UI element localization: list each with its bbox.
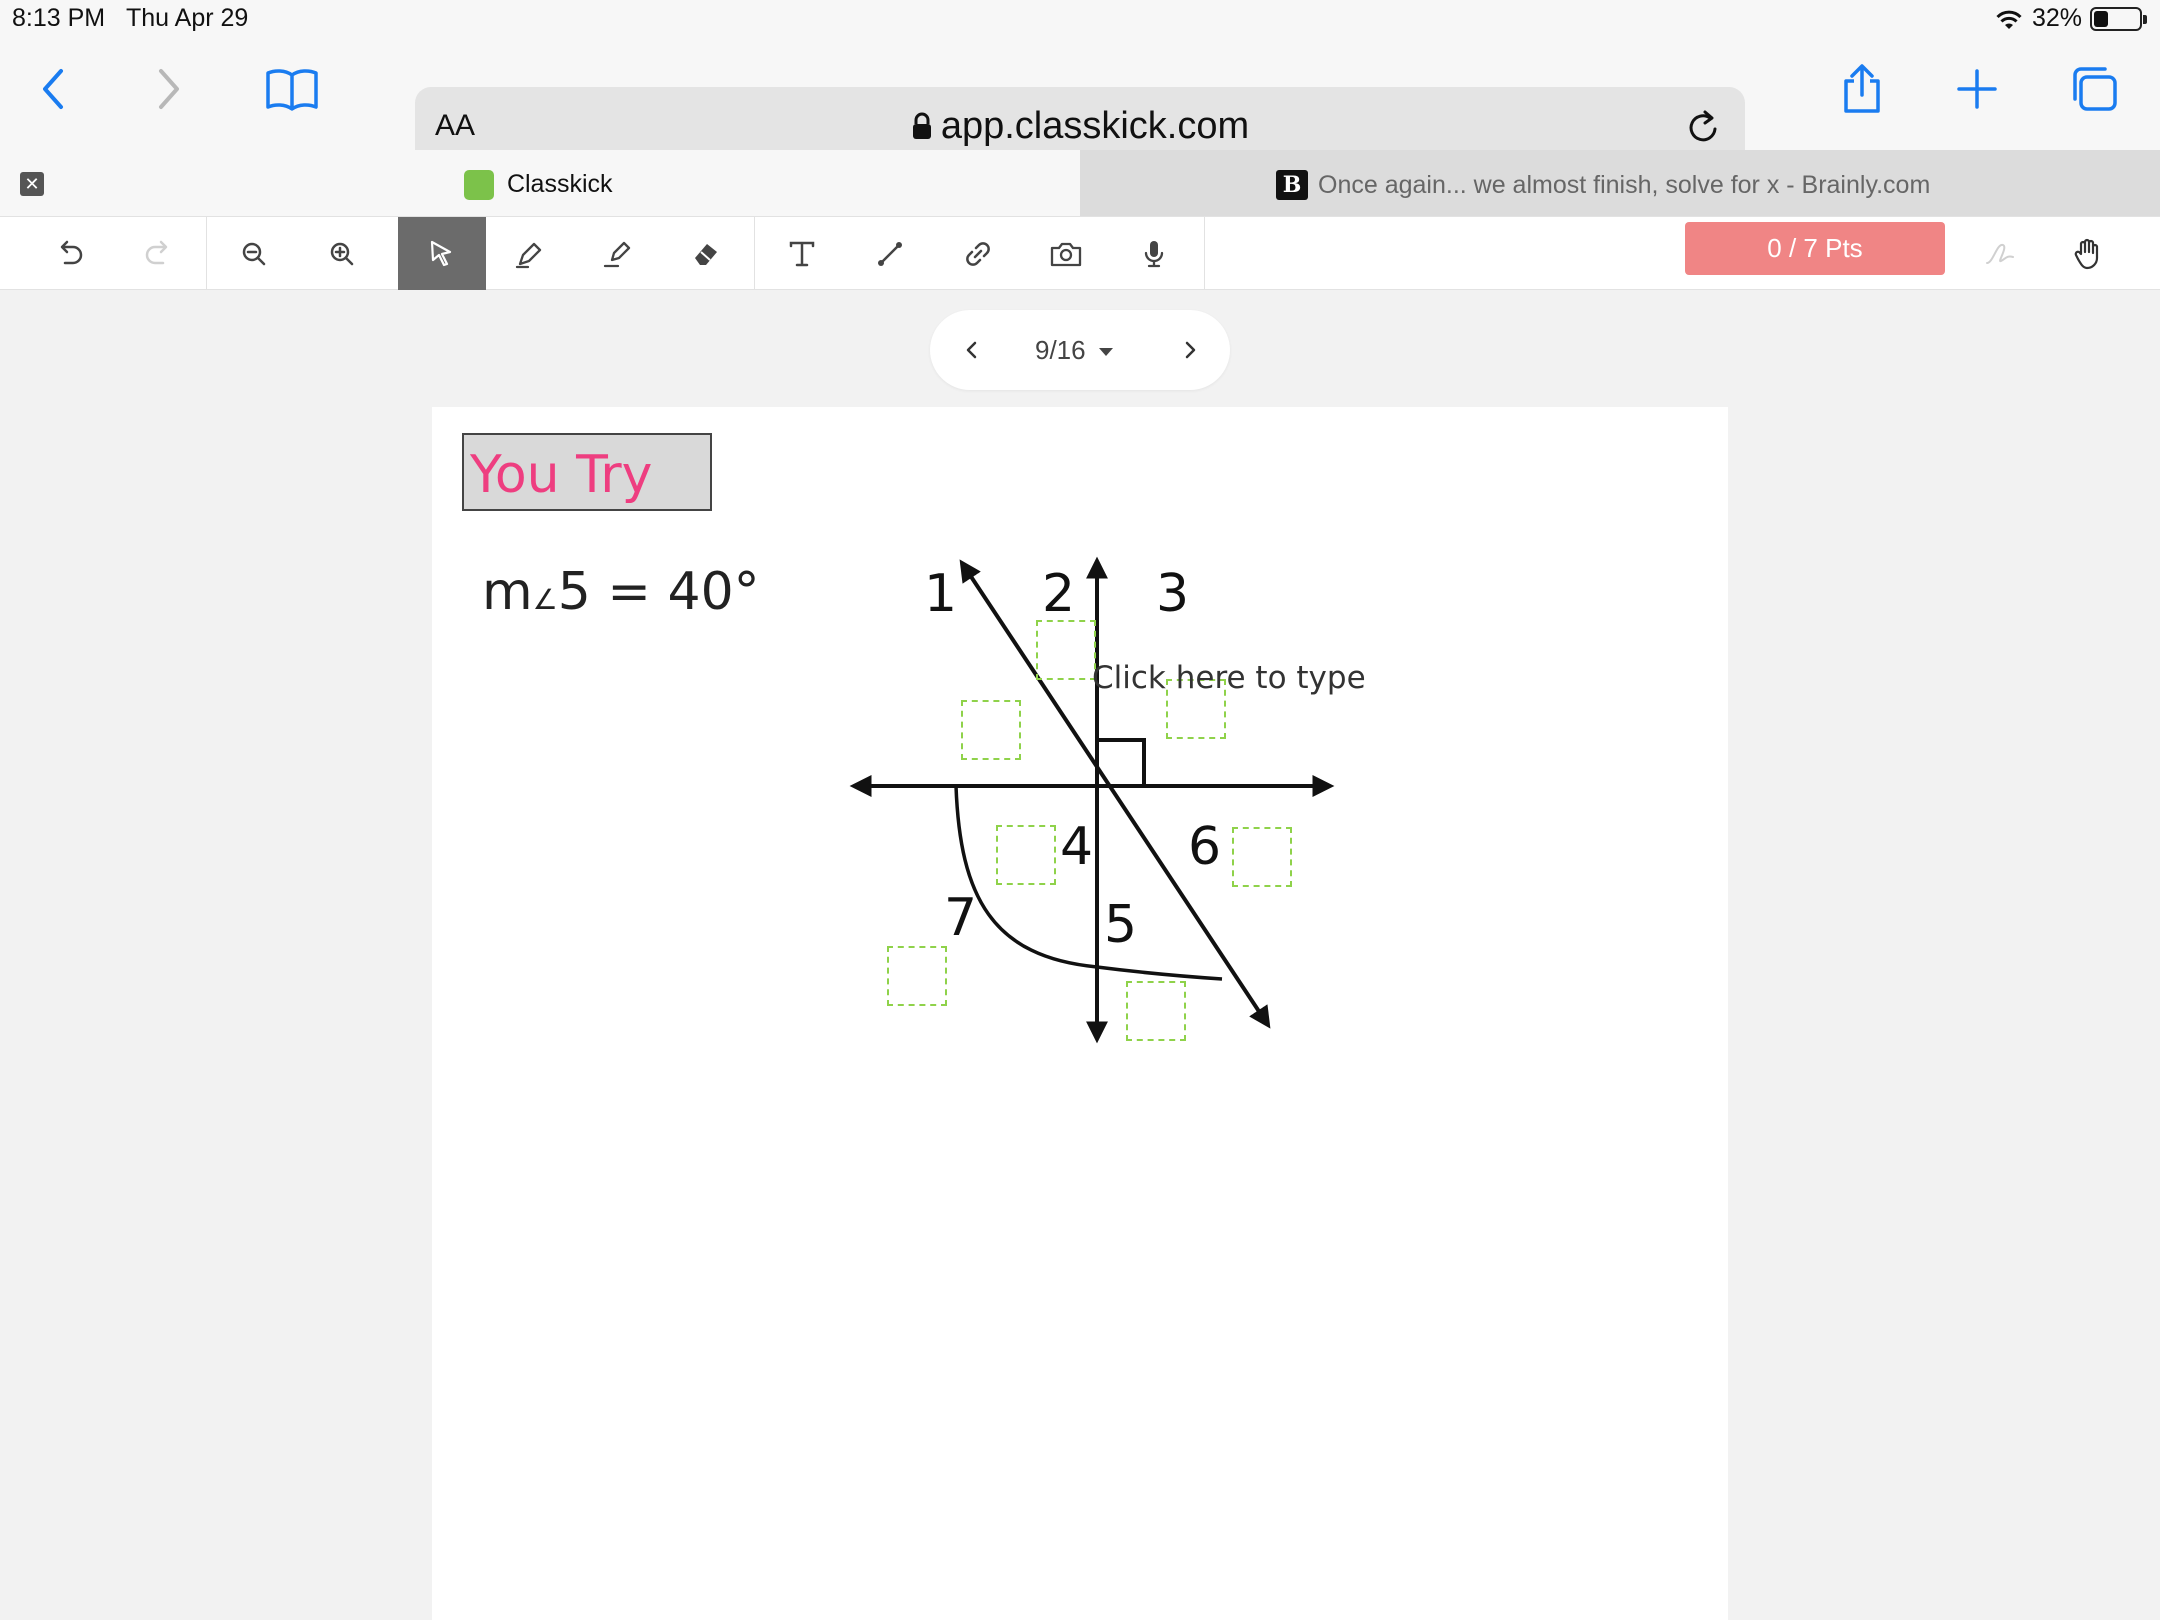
- microphone-tool-button[interactable]: [1110, 217, 1198, 290]
- tabs-icon: [2073, 67, 2117, 111]
- redo-icon: [145, 240, 168, 264]
- pointer-icon: [430, 240, 452, 266]
- battery-icon: [2090, 6, 2147, 31]
- new-tab-button[interactable]: [1945, 57, 2009, 121]
- page-navigator: 9/16: [930, 310, 1230, 390]
- sticker-button[interactable]: [1956, 217, 2044, 290]
- close-tab-button[interactable]: ✕: [20, 172, 44, 196]
- tab-overview-button[interactable]: [2062, 57, 2126, 121]
- share-button[interactable]: [1830, 57, 1894, 121]
- tab-title-brainly: B Once again... we almost finish, solve …: [1276, 170, 1930, 200]
- equation-prefix: m: [482, 562, 533, 622]
- angle-symbol: ∠: [532, 583, 558, 616]
- given-equation: m∠5 = 40°: [482, 562, 760, 622]
- answer-box-angle-5[interactable]: [1126, 981, 1186, 1041]
- angle-label-2: 2: [1042, 564, 1075, 624]
- answer-box-angle-4[interactable]: [996, 825, 1056, 885]
- signature-icon: [1986, 243, 2014, 264]
- tab-brainly[interactable]: B Once again... we almost finish, solve …: [1080, 150, 2160, 216]
- pen-tool-button[interactable]: [486, 217, 574, 290]
- classkick-logo-icon: [464, 170, 494, 201]
- transversal-line: [959, 559, 1271, 1029]
- camera-tool-button[interactable]: [1022, 217, 1110, 290]
- raise-hand-button[interactable]: [2044, 217, 2132, 290]
- tab-label: Classkick: [506, 170, 613, 198]
- pointer-tool-button[interactable]: [398, 217, 486, 290]
- chevron-left-icon: [43, 69, 63, 109]
- undo-button[interactable]: [26, 217, 114, 290]
- worksheet-page[interactable]: You Try m∠5 = 40° 1 2 3 4 5 6 7 Click he…: [432, 407, 1728, 1620]
- eraser-tool-button[interactable]: [662, 217, 750, 290]
- close-icon: ✕: [24, 174, 40, 194]
- back-button[interactable]: [22, 57, 86, 121]
- link-tool-button[interactable]: [934, 217, 1022, 290]
- highlighter-icon: [603, 241, 631, 267]
- eraser-icon: [695, 243, 717, 265]
- zoom-out-icon: [242, 242, 266, 265]
- book-icon: [266, 69, 318, 111]
- angle-label-5: 5: [1104, 895, 1137, 955]
- answer-box-angle-7[interactable]: [887, 946, 947, 1006]
- tab-title-classkick: Classkick: [464, 170, 613, 201]
- pen-icon: [515, 242, 542, 268]
- angle-label-7: 7: [944, 888, 977, 948]
- chevron-left-icon: [966, 341, 977, 359]
- you-try-banner: You Try: [462, 433, 712, 511]
- browser-nav-bar: AA app.classkick.com: [0, 40, 2160, 167]
- share-icon: [1844, 64, 1880, 113]
- url-display[interactable]: app.classkick.com: [415, 105, 1745, 148]
- zoom-in-button[interactable]: [298, 217, 386, 290]
- highlighter-tool-button[interactable]: [574, 217, 662, 290]
- caret-down-icon: [1098, 348, 1113, 356]
- answer-box-angle-2[interactable]: [1036, 620, 1096, 680]
- page-number: 9/16: [1035, 335, 1086, 365]
- undo-icon: [60, 240, 83, 264]
- brainly-logo-icon: B: [1276, 170, 1308, 200]
- chevron-right-icon: [1185, 341, 1196, 359]
- type-here-field[interactable]: Click here to type: [1092, 660, 1366, 696]
- answer-box-angle-6[interactable]: [1232, 827, 1292, 887]
- zoom-out-button[interactable]: [210, 217, 298, 290]
- battery-percent: 32%: [2031, 4, 2082, 32]
- line-icon: [878, 241, 902, 266]
- angle-label-4: 4: [1060, 817, 1093, 877]
- status-indicators: 32%: [1994, 4, 2147, 33]
- camera-icon: [1050, 242, 1082, 266]
- tab-classkick[interactable]: ✕ Classkick: [0, 150, 1080, 216]
- link-icon: [966, 241, 990, 266]
- points-button[interactable]: 0 / 7 Pts: [1685, 222, 1945, 275]
- url-text: app.classkick.com: [940, 105, 1250, 147]
- bookmarks-button[interactable]: [260, 57, 324, 121]
- angle-label-3: 3: [1156, 564, 1189, 624]
- redo-button[interactable]: [114, 217, 202, 290]
- angle-label-1: 1: [924, 564, 957, 624]
- zoom-in-icon: [330, 242, 354, 265]
- tab-label: Once again... we almost finish, solve fo…: [1318, 170, 1931, 199]
- page-select[interactable]: 9/16: [1035, 335, 1115, 366]
- status-time: 8:13 PM: [12, 4, 106, 32]
- microphone-icon: [1144, 240, 1164, 267]
- chevron-right-icon: [159, 69, 179, 109]
- angle-label-6: 6: [1188, 817, 1221, 877]
- answer-box-angle-1[interactable]: [961, 700, 1021, 760]
- text-tool-button[interactable]: [758, 217, 846, 290]
- status-bar: 8:13 PM Thu Apr 29 32%: [0, 0, 2160, 40]
- hand-icon: [2074, 238, 2099, 269]
- line-tool-button[interactable]: [846, 217, 934, 290]
- plus-icon: [1957, 69, 1997, 109]
- forward-button[interactable]: [136, 57, 200, 121]
- reload-button[interactable]: [1685, 107, 1723, 152]
- status-date: Thu Apr 29: [126, 4, 249, 32]
- wifi-icon: [1996, 10, 2022, 29]
- lock-icon: [912, 112, 931, 139]
- reload-icon: [1689, 110, 1717, 142]
- you-try-title: You Try: [470, 445, 653, 505]
- text-icon: [789, 241, 815, 266]
- tab-bar: ✕ Classkick B Once again... we almost fi…: [0, 150, 2160, 216]
- classkick-toolbar: 0 / 7 Pts: [0, 216, 2160, 290]
- equation-value: 5 = 40°: [557, 562, 760, 622]
- previous-page-button[interactable]: [960, 334, 984, 371]
- next-page-button[interactable]: [1178, 334, 1202, 371]
